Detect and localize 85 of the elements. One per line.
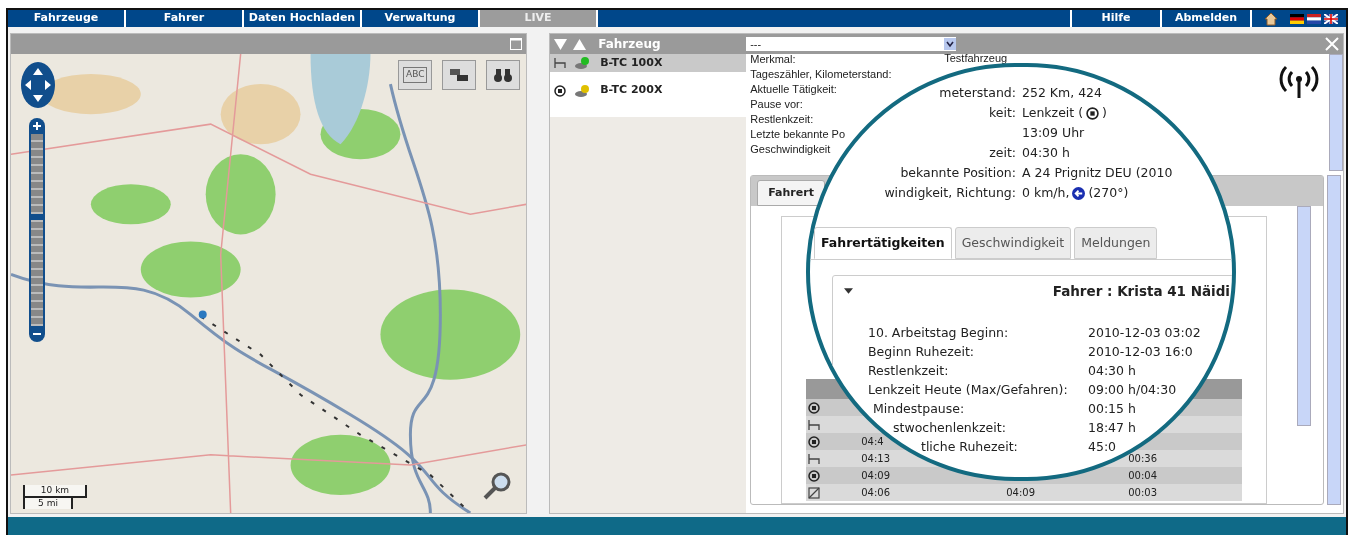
magnifier-icon[interactable] xyxy=(482,471,513,501)
field-label: Lenkzeit Heute (Max/Gefahren): xyxy=(868,382,1068,397)
scale-bar: 10 km 5 mi xyxy=(23,485,87,509)
steering-wheel-icon xyxy=(554,84,567,97)
table-cell: 04:4 xyxy=(861,436,884,447)
field-value: 2010-12-03 16:0 xyxy=(1088,343,1193,361)
field-label: tliche Ruhezeit: xyxy=(921,439,1018,454)
slashed-box-icon xyxy=(808,486,821,499)
table-cell: 00:36 xyxy=(1128,453,1158,464)
table-cell: 00:03 xyxy=(1128,487,1158,498)
scrollbar[interactable] xyxy=(1327,175,1341,505)
steering-wheel-icon xyxy=(808,469,821,482)
field-value: 04:30 h xyxy=(1022,144,1070,162)
zoom-handle[interactable] xyxy=(29,213,45,220)
maximize-icon[interactable] xyxy=(510,38,523,50)
vehicle-row[interactable]: B-TC 100X xyxy=(550,54,747,72)
card-title: Fahrer : Krista 41 Näidi xyxy=(1052,281,1230,301)
field-label: Geschwindigkeit xyxy=(750,142,831,157)
flag-icon[interactable] xyxy=(1307,13,1321,24)
steering-wheel-icon xyxy=(808,401,821,414)
zoom-in-icon[interactable] xyxy=(31,120,43,132)
bed-icon xyxy=(808,418,821,431)
vehicle-row[interactable]: B-TC 200X xyxy=(550,72,747,117)
field-value: 2010-12-03 03:02 xyxy=(1088,324,1201,342)
field-value: 04:30 h xyxy=(1088,362,1136,380)
field-label: windigkeit, Richtung: xyxy=(884,184,1016,202)
field-label: zeit: xyxy=(989,144,1016,162)
field-label: Restlenkzeit: xyxy=(750,112,814,127)
field-value: 09:00 h/04:30 xyxy=(1088,381,1177,399)
tab[interactable]: Fahrert xyxy=(757,180,825,206)
table-cell: 04:13 xyxy=(861,453,891,464)
close-icon[interactable] xyxy=(1325,37,1339,51)
field-label: Restlenkzeit: xyxy=(868,363,949,378)
filter-select[interactable]: --- xyxy=(746,37,957,51)
zoom-slider[interactable] xyxy=(29,118,45,342)
pan-control-icon[interactable] xyxy=(21,62,55,108)
field-label: bekannte Position: xyxy=(900,164,1016,182)
field-value: Lenkzeit ( ) xyxy=(1022,104,1107,122)
cars-icon xyxy=(449,67,470,83)
field-value: A 24 Prignitz DEU (2010 xyxy=(1022,164,1173,182)
left-arrow-icon xyxy=(1072,186,1086,200)
flag-icon[interactable] xyxy=(1324,13,1338,24)
caret-icon[interactable] xyxy=(844,288,853,294)
table-cell: 04:09 xyxy=(1006,487,1036,498)
field-label: Mindestpause: xyxy=(873,401,965,416)
table-cell: 00:04 xyxy=(1128,470,1158,481)
tab[interactable]: Fahrertätigkeiten xyxy=(814,227,952,259)
caret-icon xyxy=(944,38,957,50)
field-label: meterstand: xyxy=(939,84,1016,102)
field-label: Aktuelle Tätigkeit: xyxy=(750,82,837,97)
field-label: Letzte bekannte Po xyxy=(750,127,845,142)
field-value: 00:15 h xyxy=(1088,400,1136,418)
field-value: 252 Km, 424 xyxy=(1022,84,1102,102)
sort-up-icon[interactable] xyxy=(573,38,587,50)
column-title: Fahrzeug xyxy=(598,36,661,53)
steering-wheel-icon xyxy=(1086,106,1100,120)
map-tool-button[interactable] xyxy=(486,60,521,90)
scrollbar[interactable] xyxy=(1297,206,1311,426)
map-tool-button[interactable] xyxy=(442,60,477,90)
field-label: keit: xyxy=(988,104,1016,122)
binoculars-icon xyxy=(493,67,514,83)
field-value: Testfahrzeug xyxy=(944,52,1008,64)
flag-icon[interactable] xyxy=(1290,13,1304,24)
field-value: 45:0 xyxy=(1088,438,1117,456)
sort-down-icon[interactable] xyxy=(554,38,568,50)
field-label: 10. Arbeitstag Beginn: xyxy=(868,325,1009,340)
field-label: Merkmal: xyxy=(750,52,796,67)
table-cell: 04:09 xyxy=(861,470,891,481)
field-value: 0 km/h, (270°) xyxy=(1022,184,1129,202)
table-cell: 04:06 xyxy=(861,487,891,498)
field-value: 13:09 Uhr xyxy=(1022,124,1085,142)
scrollbar[interactable] xyxy=(1329,54,1343,171)
bed-icon xyxy=(808,452,821,465)
tab[interactable]: Geschwindigkeit xyxy=(954,227,1072,259)
home-icon[interactable] xyxy=(1264,11,1278,26)
radio-signal-icon xyxy=(1279,64,1319,98)
map-tool-button[interactable]: ABC xyxy=(398,60,433,90)
field-label: Pause vor: xyxy=(750,97,803,112)
field-label: stwochenlenkzeit: xyxy=(893,420,1006,435)
field-value: 18:47 h xyxy=(1088,419,1136,437)
bed-icon xyxy=(554,57,567,69)
steering-wheel-icon xyxy=(808,435,821,448)
field-label: Beginn Ruhezeit: xyxy=(868,344,974,359)
tab[interactable]: Meldungen xyxy=(1074,227,1158,259)
field-label: Tageszähler, Kilometerstand: xyxy=(750,67,892,82)
